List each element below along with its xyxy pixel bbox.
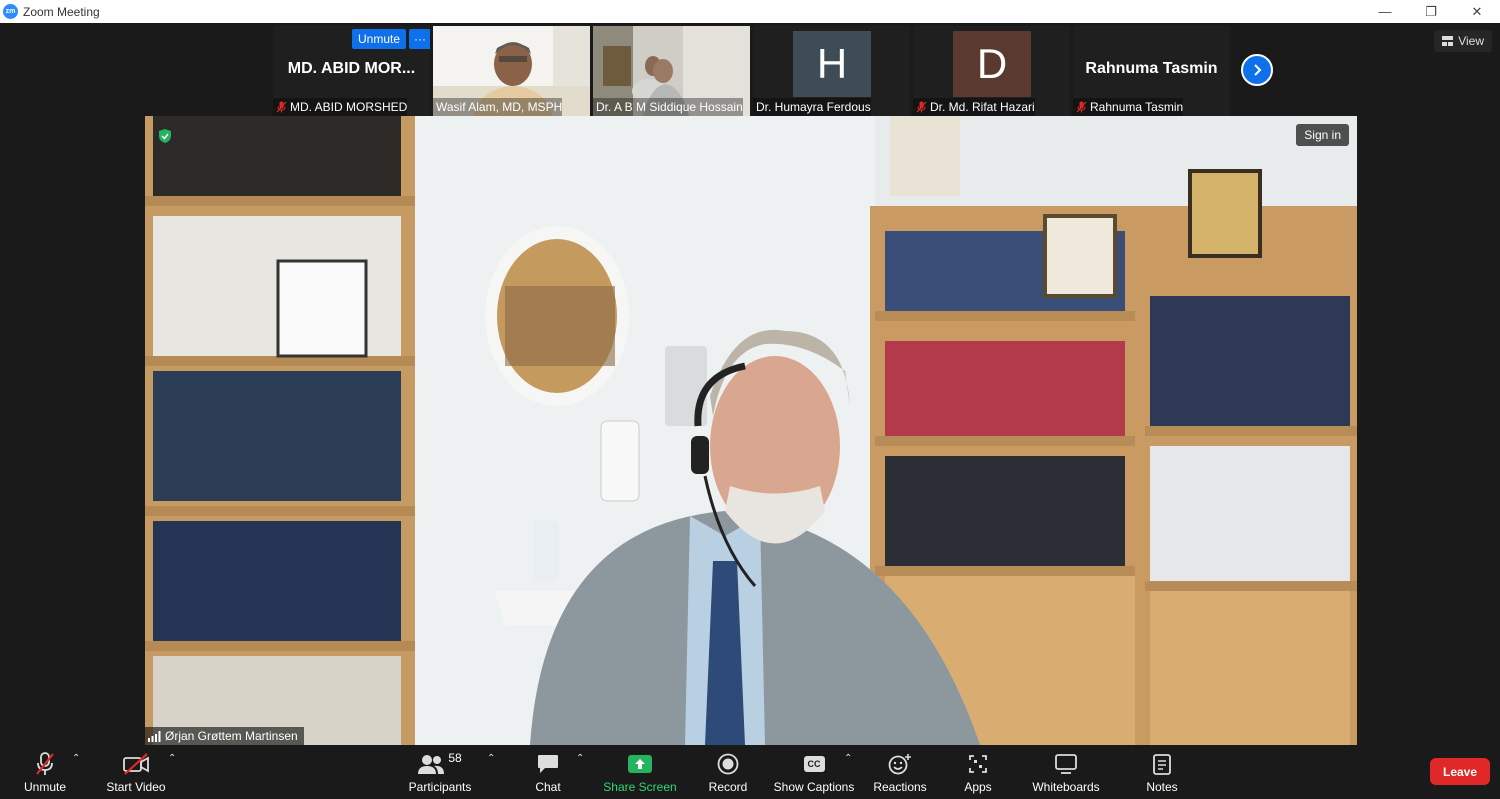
unmute-button[interactable]: Unmute — [20, 745, 70, 799]
participant-avatar: D — [953, 31, 1031, 97]
participant-tile[interactable]: Unmute ··· MD. ABID MOR... MD. ABID MORS… — [273, 26, 430, 116]
chat-label: Chat — [535, 780, 561, 794]
speaker-label: Ørjan Grøttem Martinsen — [145, 727, 304, 745]
participant-tile[interactable]: Rahnuma Tasmin Rahnuma Tasmin — [1073, 26, 1230, 116]
apps-button[interactable]: Apps — [960, 745, 996, 799]
record-label: Record — [708, 780, 748, 794]
notes-label: Notes — [1146, 780, 1178, 794]
active-speaker-video: Sign in Ørjan Grøttem Martinsen — [145, 116, 1357, 745]
chat-options-caret-icon[interactable]: ⌃ — [576, 753, 584, 764]
participants-button[interactable]: 58 Participants — [405, 745, 475, 799]
video-off-icon — [122, 751, 150, 777]
leave-button[interactable]: Leave — [1430, 758, 1490, 785]
muted-mic-icon — [916, 101, 927, 113]
participant-label: MD. ABID MORSHED — [273, 98, 408, 116]
participant-label: Dr. Humayra Ferdous — [753, 98, 871, 116]
share-screen-icon — [628, 751, 652, 777]
participant-name: Dr. A B M Siddique Hossain — [596, 100, 743, 114]
participant-label: Dr. Md. Rifat Hazari — [913, 98, 1035, 116]
close-button[interactable]: ✕ — [1454, 0, 1500, 23]
show-captions-label: Show Captions — [773, 780, 855, 794]
participant-label: Dr. A B M Siddique Hossain — [593, 98, 743, 116]
muted-mic-icon — [1076, 101, 1087, 113]
video-options-caret-icon[interactable]: ⌃ — [168, 753, 176, 764]
participant-name: Dr. Humayra Ferdous — [756, 100, 871, 114]
whiteboards-button[interactable]: Whiteboards — [1028, 745, 1104, 799]
record-button[interactable]: Record — [706, 745, 750, 799]
participants-icon-group: 58 — [418, 751, 462, 777]
unmute-label: Unmute — [23, 780, 67, 794]
encryption-shield-icon[interactable] — [155, 126, 175, 146]
whiteboard-icon — [1055, 751, 1077, 777]
view-button[interactable]: View — [1434, 30, 1492, 52]
window-title: Zoom Meeting — [23, 4, 100, 19]
share-screen-button[interactable]: Share Screen — [602, 745, 678, 799]
participant-name: Wasif Alam, MD, MSPH — [436, 100, 563, 114]
start-video-button[interactable]: Start Video — [103, 745, 169, 799]
unmute-participant-button[interactable]: Unmute — [352, 29, 407, 49]
speaker-video-frame — [145, 116, 1357, 745]
window-controls: — ❐ ✕ — [1362, 0, 1500, 23]
start-video-label: Start Video — [106, 780, 166, 794]
participants-label: Participants — [408, 780, 472, 794]
participant-tile[interactable]: Wasif Alam, MD, MSPH — [433, 26, 590, 116]
participants-count: 58 — [448, 751, 462, 765]
muted-mic-icon — [276, 101, 287, 113]
record-icon — [717, 751, 739, 777]
sign-in-button[interactable]: Sign in — [1296, 124, 1349, 146]
whiteboards-label: Whiteboards — [1032, 780, 1100, 794]
reactions-label: Reactions — [873, 780, 927, 794]
participants-options-caret-icon[interactable]: ⌃ — [487, 753, 495, 764]
audio-options-caret-icon[interactable]: ⌃ — [72, 753, 80, 764]
participant-label: Rahnuma Tasmin — [1073, 98, 1184, 116]
participant-tile[interactable]: Dr. A B M Siddique Hossain — [593, 26, 750, 116]
speaker-name: Ørjan Grøttem Martinsen — [165, 729, 298, 743]
participant-tile[interactable]: H Dr. Humayra Ferdous — [753, 26, 910, 116]
title-bar: zm Zoom Meeting — ❐ ✕ — [0, 0, 1500, 23]
participant-name-display: MD. ABID MOR... — [287, 60, 416, 77]
reactions-button[interactable]: Reactions — [872, 745, 928, 799]
smiley-icon — [888, 751, 912, 777]
participant-name: MD. ABID MORSHED — [290, 100, 408, 114]
notes-icon — [1153, 751, 1171, 777]
muted-mic-icon — [35, 751, 55, 777]
participant-strip: Unmute ··· MD. ABID MOR... MD. ABID MORS… — [273, 26, 1230, 116]
captions-icon: CC — [803, 751, 825, 777]
captions-badge: CC — [803, 756, 825, 772]
share-screen-label: Share Screen — [603, 780, 677, 794]
apps-icon — [968, 751, 988, 777]
notes-button[interactable]: Notes — [1142, 745, 1182, 799]
grid-view-icon — [1442, 36, 1454, 46]
meeting-area: Unmute ··· MD. ABID MOR... MD. ABID MORS… — [0, 23, 1500, 745]
restore-button[interactable]: ❐ — [1408, 0, 1454, 23]
meeting-toolbar: Unmute ⌃ Start Video ⌃ 58 Participants ⌃… — [0, 745, 1500, 799]
participant-name: Rahnuma Tasmin — [1090, 100, 1184, 114]
apps-label: Apps — [964, 780, 992, 794]
participant-label: Wasif Alam, MD, MSPH — [433, 98, 563, 116]
chat-button[interactable]: Chat — [528, 745, 568, 799]
participant-name-display: Rahnuma Tasmin — [1085, 60, 1218, 77]
chevron-right-icon — [1254, 64, 1262, 76]
more-options-button[interactable]: ··· — [409, 29, 430, 49]
minimize-button[interactable]: — — [1362, 0, 1408, 23]
tile-actions: Unmute ··· — [352, 29, 430, 49]
captions-options-caret-icon[interactable]: ⌃ — [844, 753, 852, 764]
zoom-logo-icon: zm — [3, 4, 18, 19]
next-page-button[interactable] — [1241, 54, 1273, 86]
participant-name: Dr. Md. Rifat Hazari — [930, 100, 1035, 114]
participants-icon — [418, 755, 445, 774]
signal-strength-icon — [148, 730, 161, 742]
participant-tile[interactable]: D Dr. Md. Rifat Hazari — [913, 26, 1070, 116]
participant-avatar: H — [793, 31, 871, 97]
chat-icon — [537, 751, 559, 777]
view-label: View — [1458, 34, 1484, 48]
